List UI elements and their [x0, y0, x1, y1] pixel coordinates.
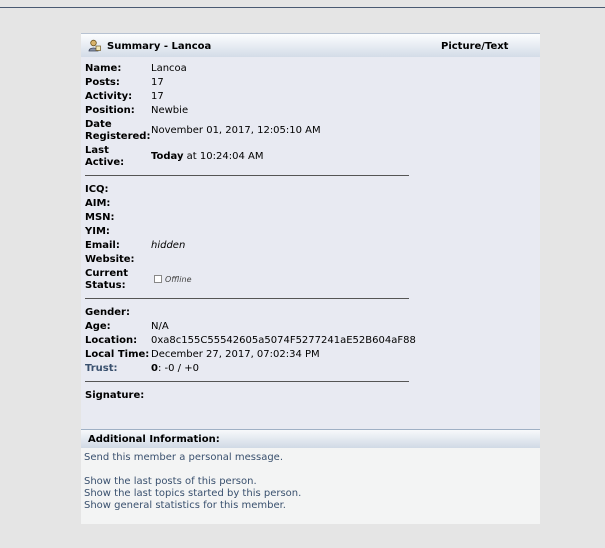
last-active-label-line1: Last [85, 145, 109, 156]
profile-panel: Summary - Lancoa Picture/Text Name: Lanc… [81, 33, 540, 524]
last-active-value: Today at 10:24:04 AM [151, 151, 263, 162]
posts-label: Posts: [85, 77, 120, 88]
last-active-label: Last Active: [85, 145, 151, 169]
yim-label: YIM: [85, 226, 110, 237]
user-icon [88, 39, 101, 52]
signature-label: Signature: [85, 390, 145, 401]
last-active-today: Today [151, 151, 184, 162]
name-label: Name: [85, 63, 122, 74]
additional-info-header: Additional Information: [81, 429, 540, 448]
msn-label: MSN: [85, 212, 115, 223]
location-label: Location: [85, 335, 138, 346]
send-pm-link[interactable]: Send this member a personal message. [84, 452, 283, 463]
email-value: hidden [151, 240, 185, 251]
picture-text-label: Picture/Text [441, 41, 509, 52]
current-status-label-line2: Status: [85, 280, 126, 291]
trust-votes: : -0 / +0 [157, 363, 199, 374]
email-label: Email: [85, 240, 120, 251]
current-status-label: Current Status: [85, 268, 151, 292]
show-posts-link[interactable]: Show the last posts of this person. [84, 476, 257, 487]
age-value: N/A [151, 321, 169, 332]
local-time-label: Local Time: [85, 349, 150, 360]
current-status-label-line1: Current [85, 268, 129, 279]
show-stats-link[interactable]: Show general statistics for this member. [84, 500, 286, 511]
page-title: Summary - Lancoa [107, 41, 212, 52]
date-registered-label-line1: Date [85, 119, 112, 130]
date-registered-label-line2: Registered: [85, 131, 151, 142]
date-registered-label: Date Registered: [85, 119, 151, 143]
location-value: 0xa8c155C55542605a5074F5277241aE52B604aF… [151, 335, 416, 346]
offline-text: Offline [165, 275, 192, 284]
show-topics-link[interactable]: Show the last topics started by this per… [84, 488, 301, 499]
email-hidden-text: hidden [151, 240, 186, 251]
offline-icon [154, 275, 162, 283]
activity-label: Activity: [85, 91, 133, 102]
top-strip [0, 0, 605, 8]
icq-label: ICQ: [85, 184, 109, 195]
last-active-label-line2: Active: [85, 157, 125, 168]
separator [85, 381, 409, 382]
trust-link[interactable]: Trust: [85, 363, 151, 375]
activity-value: 17 [151, 91, 164, 102]
separator [85, 298, 409, 299]
additional-info-body: Send this member a personal message. Sho… [81, 448, 540, 524]
last-active-time: at 10:24:04 AM [183, 151, 264, 162]
gender-label: Gender: [85, 307, 130, 318]
position-value: Newbie [151, 105, 189, 116]
website-label: Website: [85, 254, 135, 265]
date-registered-value: November 01, 2017, 12:05:10 AM [151, 125, 321, 136]
position-label: Position: [85, 105, 135, 116]
posts-value: 17 [151, 77, 164, 88]
trust-score: 0 [151, 363, 158, 374]
additional-info-title: Additional Information: [88, 434, 220, 445]
local-time-value: December 27, 2017, 07:02:34 PM [151, 349, 320, 360]
name-value: Lancoa [151, 63, 187, 74]
aim-label: AIM: [85, 198, 111, 209]
age-label: Age: [85, 321, 111, 332]
trust-value: 0: -0 / +0 [151, 363, 199, 374]
summary-header: Summary - Lancoa Picture/Text [81, 33, 540, 57]
status-badge: Offline [154, 274, 192, 285]
separator [85, 175, 409, 176]
